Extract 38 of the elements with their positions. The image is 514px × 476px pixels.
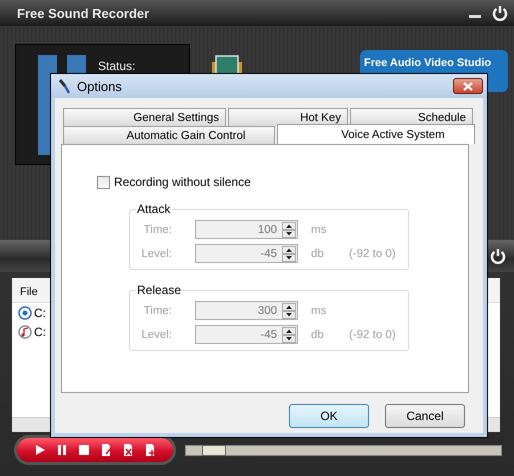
add-file-icon[interactable] [143, 443, 157, 457]
tab[interactable]: Voice Active System [276, 124, 475, 144]
status-label: Status: [98, 59, 136, 73]
dialog-button[interactable]: OK [289, 404, 369, 428]
unit-label: db [311, 328, 325, 340]
dialog-button[interactable]: Cancel [385, 404, 465, 428]
range-hint: (-92 to 0) [349, 328, 396, 340]
group-title: Release [136, 283, 182, 297]
close-button[interactable] [453, 78, 483, 94]
dialog-title: Options [77, 78, 122, 94]
audio-file-icon [18, 306, 32, 320]
app-title: Free Sound Recorder [17, 6, 150, 20]
delete-file-icon[interactable] [121, 443, 135, 457]
unit-label: ms [311, 304, 328, 316]
tab[interactable]: General Settings [63, 108, 226, 126]
edit-file-icon[interactable] [99, 443, 113, 457]
tab[interactable]: Automatic Gain Control [63, 126, 275, 144]
checkbox-label[interactable]: Recording without silence [114, 175, 251, 189]
power-icon[interactable] [492, 5, 508, 21]
unit-label: ms [311, 224, 328, 236]
range-hint: (-92 to 0) [349, 248, 396, 260]
field-label: Level: [140, 248, 172, 260]
list-item[interactable]: C: [34, 325, 46, 339]
music-note-icon [18, 325, 32, 339]
close-icon [463, 82, 473, 90]
unit-label: db [311, 248, 325, 260]
power-icon[interactable] [490, 248, 506, 264]
group-title: Attack [136, 202, 172, 216]
field-label: Time: [142, 304, 172, 316]
play-icon[interactable] [33, 443, 47, 457]
tab[interactable]: Hot Key [228, 108, 348, 126]
list-item[interactable]: C: [34, 306, 46, 320]
field-label: Level: [140, 328, 172, 340]
checkbox[interactable] [97, 176, 110, 188]
field-label: Time: [142, 224, 172, 236]
progress-thumb[interactable] [202, 444, 226, 456]
stop-icon[interactable] [77, 443, 91, 457]
pause-icon[interactable] [55, 443, 69, 457]
